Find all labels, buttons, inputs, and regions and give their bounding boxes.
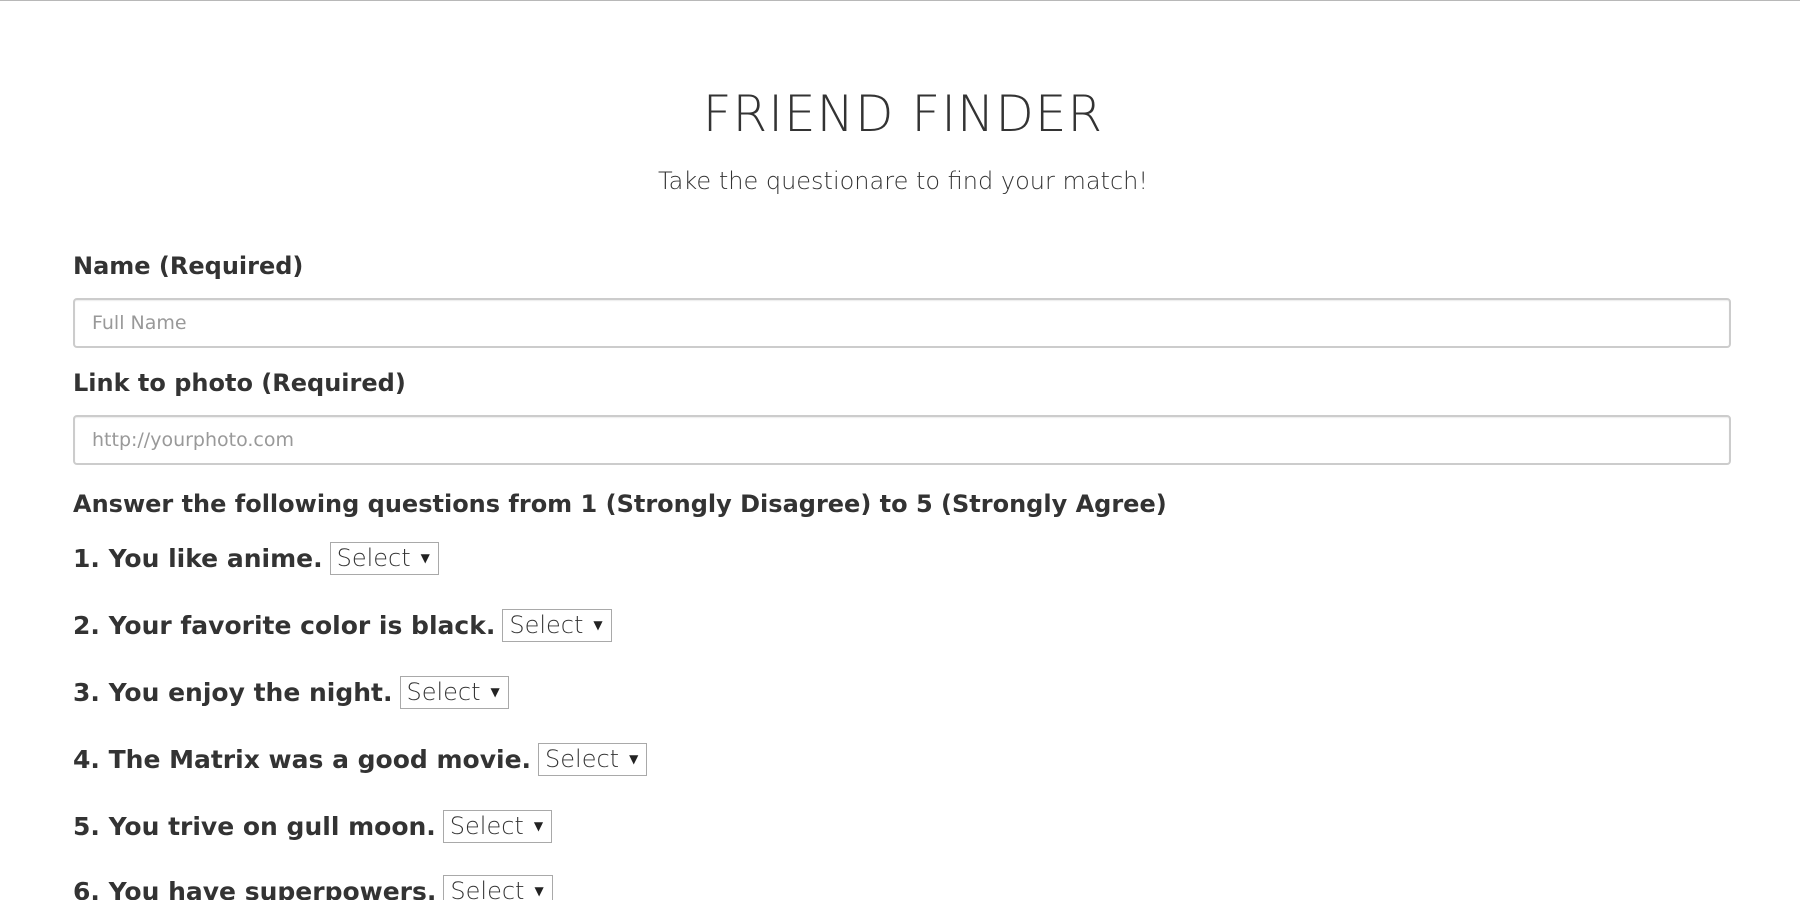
question-2-select[interactable]: Select ▼ — [502, 608, 612, 642]
friend-finder-page: FRIEND FINDER Take the questionare to fi… — [0, 0, 1800, 900]
select-value: Select — [450, 877, 525, 900]
question-4-select[interactable]: Select ▼ — [538, 742, 648, 776]
page-header: FRIEND FINDER Take the questionare to fi… — [0, 1, 1800, 211]
page-subtitle: Take the questionare to find your match! — [657, 167, 1148, 195]
question-1: 1. You like anime. Select ▼ — [73, 540, 439, 576]
question-text: 2. Your favorite color is black. — [73, 610, 496, 640]
question-text: 3. You enjoy the night. — [73, 677, 393, 707]
question-6-select[interactable]: Select ▼ — [443, 874, 553, 900]
question-text: 6. You have superpowers. — [73, 876, 437, 900]
name-input[interactable] — [73, 298, 1731, 348]
select-value: Select — [545, 745, 620, 773]
select-value: Select — [336, 544, 411, 572]
photo-label: Link to photo (Required) — [73, 369, 406, 397]
question-text: 4. The Matrix was a good movie. — [73, 744, 532, 774]
chevron-down-icon: ▼ — [593, 618, 603, 632]
question-2: 2. Your favorite color is black. Select … — [73, 607, 612, 643]
question-4: 4. The Matrix was a good movie. Select ▼ — [73, 741, 648, 777]
chevron-down-icon: ▼ — [490, 685, 500, 699]
question-3: 3. You enjoy the night. Select ▼ — [73, 674, 509, 710]
question-text: 5. You trive on gull moon. — [73, 811, 436, 841]
chevron-down-icon: ▼ — [420, 551, 430, 565]
select-value: Select — [406, 678, 481, 706]
question-1-select[interactable]: Select ▼ — [329, 541, 439, 575]
question-text: 1. You like anime. — [73, 543, 323, 573]
question-5: 5. You trive on gull moon. Select ▼ — [73, 808, 553, 844]
select-value: Select — [509, 611, 584, 639]
chevron-down-icon: ▼ — [534, 884, 544, 898]
select-value: Select — [449, 812, 524, 840]
question-5-select[interactable]: Select ▼ — [442, 809, 553, 843]
chevron-down-icon: ▼ — [533, 819, 544, 833]
chevron-down-icon: ▼ — [629, 752, 639, 766]
name-label: Name (Required) — [73, 252, 304, 280]
photo-link-input[interactable] — [73, 415, 1731, 465]
questions-instructions: Answer the following questions from 1 (S… — [73, 490, 1167, 518]
question-3-select[interactable]: Select ▼ — [399, 675, 509, 709]
question-6: 6. You have superpowers. Select ▼ — [73, 873, 553, 900]
page-title: FRIEND FINDER — [702, 85, 1104, 143]
